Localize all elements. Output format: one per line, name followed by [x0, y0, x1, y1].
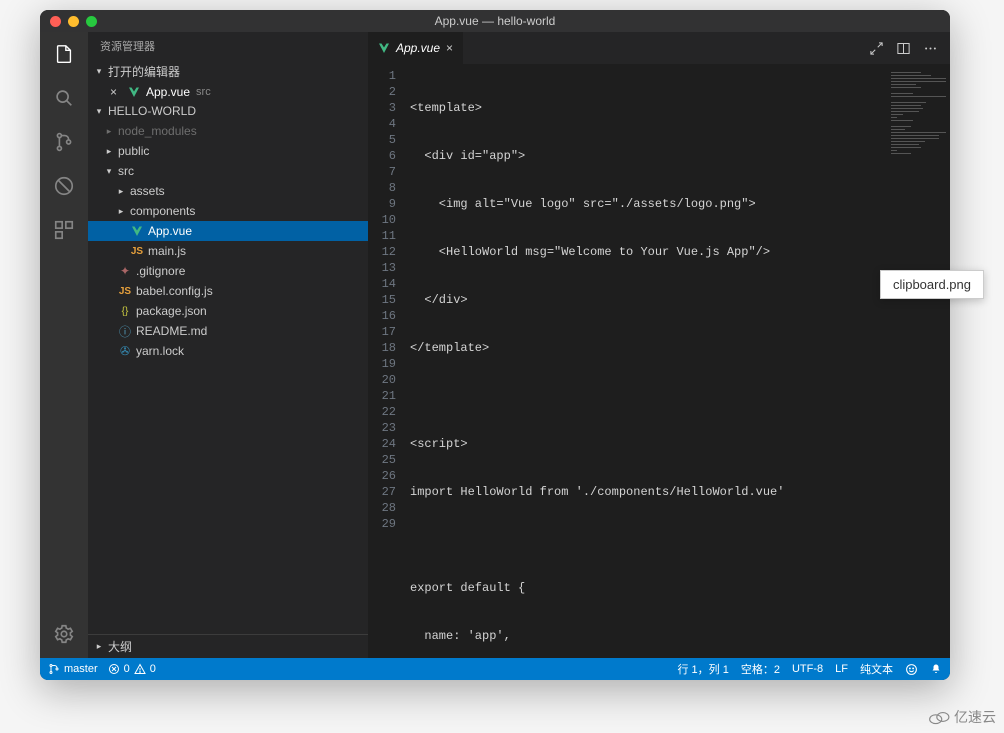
folder-components[interactable]: ▸ components — [88, 201, 368, 221]
branch-name: master — [64, 663, 98, 675]
file-babel-config[interactable]: JS babel.config.js — [88, 281, 368, 301]
window-title: App.vue — hello-world — [40, 14, 950, 28]
encoding[interactable]: UTF-8 — [792, 663, 823, 675]
minimap[interactable] — [890, 68, 950, 658]
bell-icon[interactable] — [930, 663, 942, 675]
workspace-section[interactable]: ▾ HELLO-WORLD — [88, 101, 368, 121]
chevron-right-icon: ▸ — [94, 641, 104, 652]
errors-count: 0 — [124, 663, 130, 675]
info-file-icon: ⓘ — [118, 323, 132, 340]
file-label: main.js — [148, 244, 186, 258]
vue-file-icon — [378, 42, 390, 54]
chevron-right-icon: ▸ — [116, 206, 126, 217]
file-label: README.md — [136, 324, 207, 338]
tab-bar: App.vue × — [368, 32, 950, 64]
folder-label: public — [118, 144, 149, 158]
chevron-down-icon: ▾ — [94, 66, 104, 77]
file-package-json[interactable]: {} package.json — [88, 301, 368, 321]
split-editor-icon[interactable] — [896, 41, 911, 56]
open-editor-filename: App.vue — [146, 85, 190, 99]
file-label: yarn.lock — [136, 344, 184, 358]
problems[interactable]: 0 0 — [108, 663, 156, 675]
file-yarn-lock[interactable]: ✇ yarn.lock — [88, 341, 368, 361]
titlebar: App.vue — hello-world — [40, 10, 950, 32]
json-file-icon: {} — [118, 306, 132, 317]
folder-label: assets — [130, 184, 165, 198]
sidebar-title: 资源管理器 — [88, 32, 368, 60]
extensions-icon[interactable] — [50, 216, 78, 244]
open-editor-dir: src — [196, 86, 211, 98]
file-label: .gitignore — [136, 264, 185, 278]
git-file-icon: ✦ — [118, 264, 132, 278]
yarn-file-icon: ✇ — [118, 344, 132, 358]
vue-file-icon — [128, 86, 140, 98]
clipboard-tooltip: clipboard.png — [880, 270, 984, 299]
chevron-right-icon: ▸ — [104, 126, 114, 137]
folder-src[interactable]: ▾ src — [88, 161, 368, 181]
cursor-position[interactable]: 行 1，列 1 — [678, 661, 729, 677]
main-area: 资源管理器 ▾ 打开的编辑器 × App.vue src ▾ HELLO-WOR… — [40, 32, 950, 658]
file-app-vue[interactable]: App.vue — [88, 221, 368, 241]
code-content[interactable]: <template> <div id="app"> <img alt="Vue … — [410, 68, 890, 658]
compare-icon[interactable] — [869, 41, 884, 56]
activity-bar — [40, 32, 88, 658]
folder-assets[interactable]: ▸ assets — [88, 181, 368, 201]
git-branch[interactable]: master — [48, 663, 98, 675]
watermark: 亿速云 — [928, 707, 996, 727]
warnings-count: 0 — [150, 663, 156, 675]
js-file-icon: JS — [118, 286, 132, 297]
source-control-icon[interactable] — [50, 128, 78, 156]
search-icon[interactable] — [50, 84, 78, 112]
status-bar: master 0 0 行 1，列 1 空格：2 UTF-8 LF 纯文本 — [40, 658, 950, 680]
editor-actions — [857, 32, 950, 64]
vue-file-icon — [130, 225, 144, 237]
folder-public[interactable]: ▸ public — [88, 141, 368, 161]
settings-gear-icon[interactable] — [50, 620, 78, 648]
file-label: package.json — [136, 304, 207, 318]
open-editors-label: 打开的编辑器 — [108, 63, 180, 80]
chevron-right-icon: ▸ — [116, 186, 126, 197]
close-tab-icon[interactable]: × — [446, 41, 453, 55]
file-label: babel.config.js — [136, 284, 213, 298]
tab-app-vue[interactable]: App.vue × — [368, 32, 464, 64]
indentation[interactable]: 空格：2 — [741, 661, 780, 677]
open-editor-item[interactable]: × App.vue src — [88, 83, 368, 101]
explorer-icon[interactable] — [50, 40, 78, 68]
file-gitignore[interactable]: ✦ .gitignore — [88, 261, 368, 281]
language-mode[interactable]: 纯文本 — [860, 661, 893, 677]
editor: App.vue × 1234567891011121314151617 — [368, 32, 950, 658]
feedback-icon[interactable] — [905, 663, 918, 676]
tab-label: App.vue — [396, 41, 440, 55]
folder-label: components — [130, 204, 195, 218]
outline-label: 大纲 — [108, 638, 132, 655]
chevron-down-icon: ▾ — [94, 106, 104, 117]
debug-icon[interactable] — [50, 172, 78, 200]
explorer-sidebar: 资源管理器 ▾ 打开的编辑器 × App.vue src ▾ HELLO-WOR… — [88, 32, 368, 658]
file-main-js[interactable]: JS main.js — [88, 241, 368, 261]
folder-node-modules[interactable]: ▸ node_modules — [88, 121, 368, 141]
chevron-down-icon: ▾ — [104, 166, 114, 177]
js-file-icon: JS — [130, 246, 144, 257]
line-gutter: 1234567891011121314151617181920212223242… — [368, 68, 410, 658]
window: App.vue — hello-world 资源管理器 — [40, 10, 950, 680]
file-tree: ▸ node_modules ▸ public ▾ src ▸ assets ▸ — [88, 121, 368, 634]
outline-section[interactable]: ▸ 大纲 — [88, 634, 368, 658]
folder-label: src — [118, 164, 134, 178]
file-readme[interactable]: ⓘ README.md — [88, 321, 368, 341]
file-label: App.vue — [148, 224, 192, 238]
workspace-name: HELLO-WORLD — [108, 104, 196, 118]
folder-label: node_modules — [118, 124, 197, 138]
more-actions-icon[interactable] — [923, 41, 938, 56]
eol[interactable]: LF — [835, 663, 848, 675]
close-editor-icon[interactable]: × — [110, 85, 122, 99]
code-area[interactable]: 1234567891011121314151617181920212223242… — [368, 64, 950, 658]
chevron-right-icon: ▸ — [104, 146, 114, 157]
open-editors-section[interactable]: ▾ 打开的编辑器 — [88, 60, 368, 83]
